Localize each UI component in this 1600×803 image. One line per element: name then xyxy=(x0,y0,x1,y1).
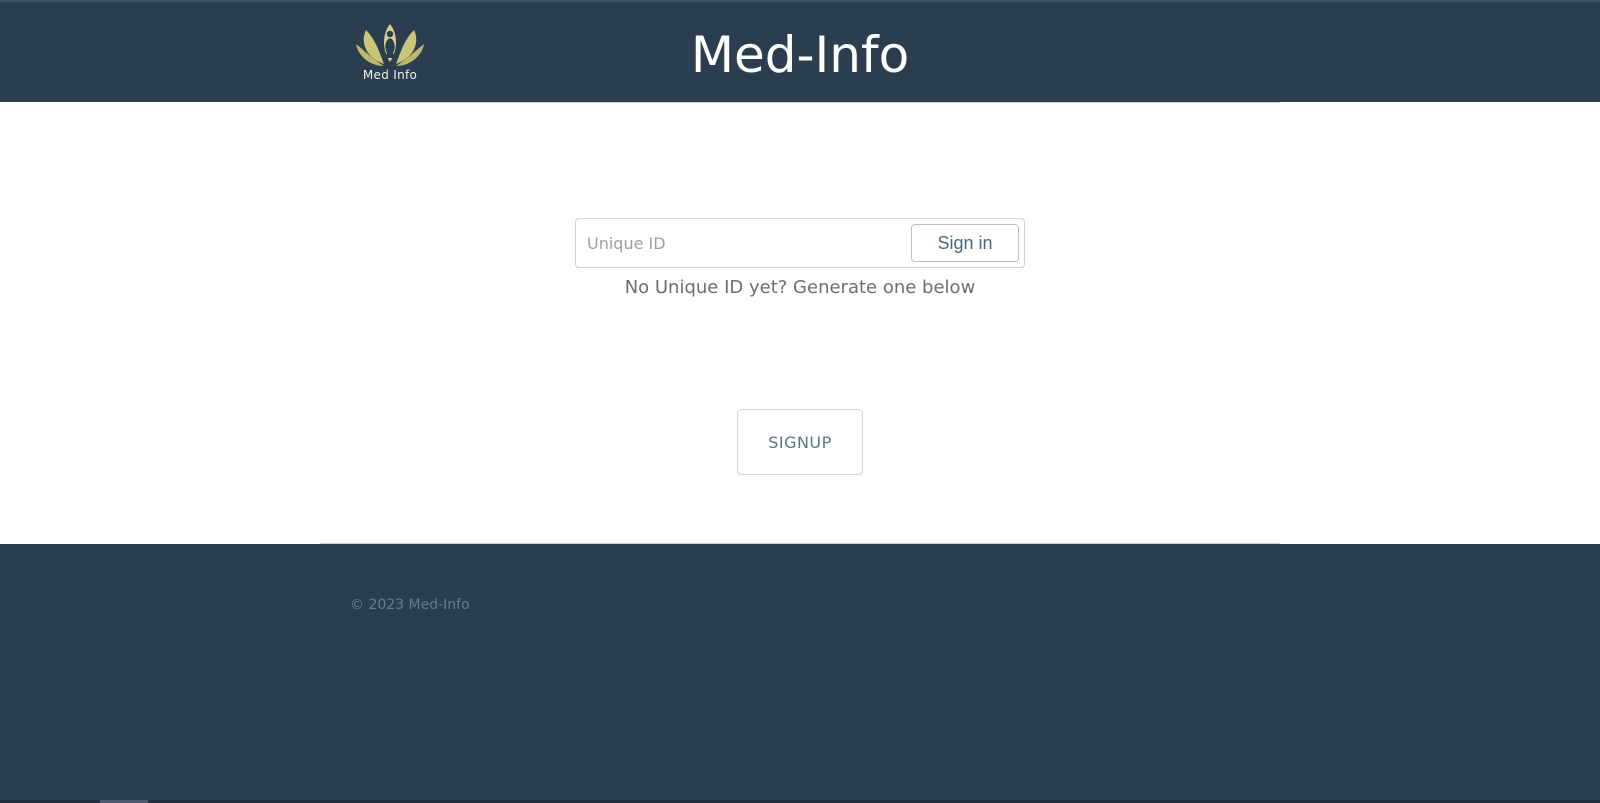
signup-hint: No Unique ID yet? Generate one below xyxy=(624,277,976,298)
signin-form: Sign in xyxy=(575,218,1025,268)
site-header: Med Info Med-Info xyxy=(0,0,1600,102)
lotus-meditation-icon xyxy=(356,24,424,66)
site-footer: © 2023 Med-Info xyxy=(0,544,1600,803)
divider xyxy=(320,102,1280,103)
copyright-text: © 2023 Med-Info xyxy=(350,597,470,613)
sign-in-button[interactable]: Sign in xyxy=(911,224,1019,262)
logo-text: Med Info xyxy=(362,68,418,82)
signup-button[interactable]: SIGNUP xyxy=(737,409,863,475)
main-content: Sign in No Unique ID yet? Generate one b… xyxy=(0,102,1600,544)
site-title: Med-Info xyxy=(690,26,910,84)
unique-id-input[interactable] xyxy=(577,220,897,266)
med-info-logo[interactable]: Med Info xyxy=(354,20,426,86)
